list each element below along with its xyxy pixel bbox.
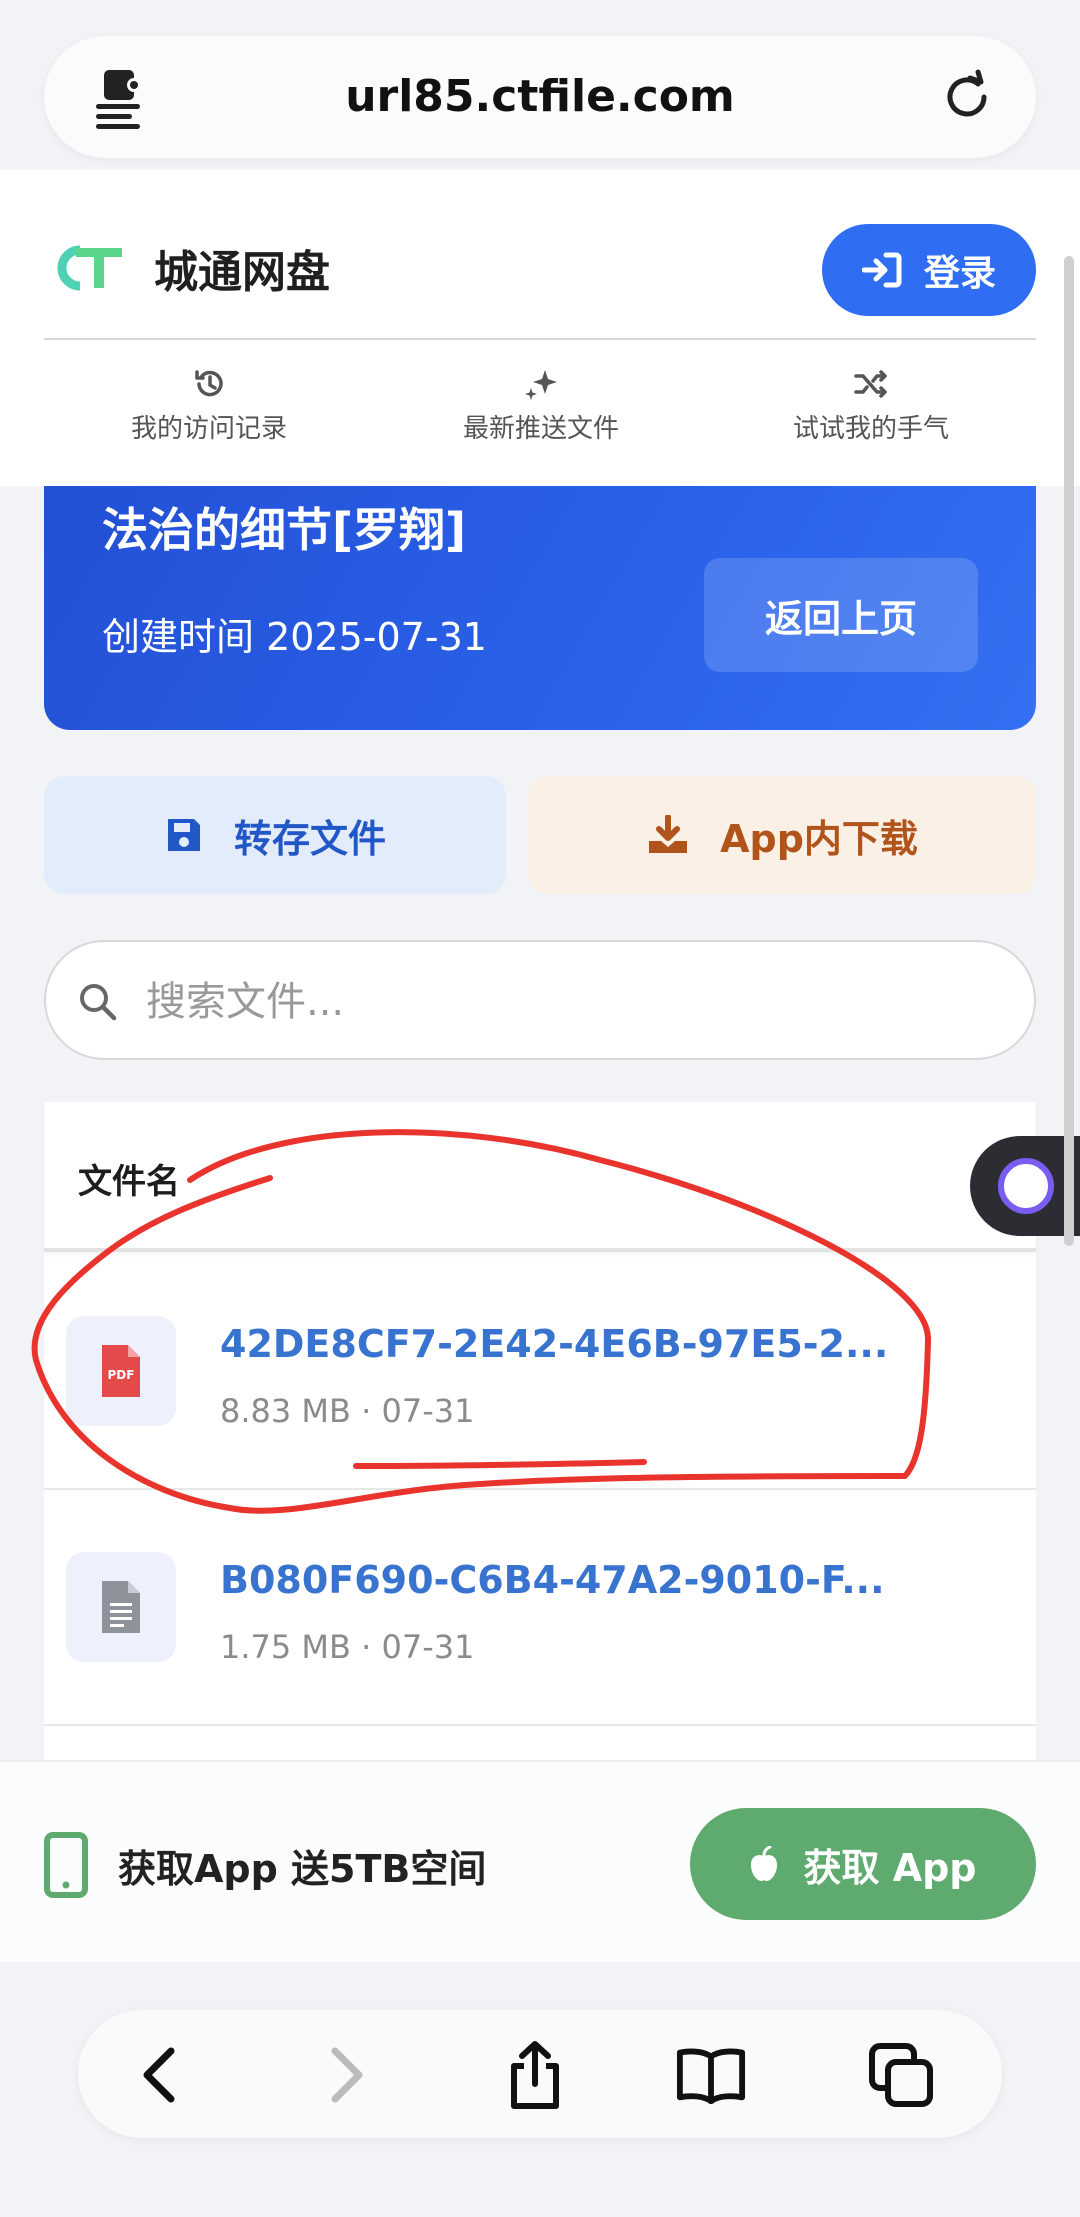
document-file-icon: [102, 1581, 140, 1633]
url-text[interactable]: url85.ctfile.com: [44, 36, 1036, 158]
scrollbar[interactable]: [1064, 256, 1074, 1246]
app-download-button[interactable]: App内下载: [528, 776, 1036, 894]
book-icon: [676, 2048, 746, 2104]
shuffle-icon: [854, 370, 887, 398]
site-name: 城通网盘: [154, 247, 330, 298]
apple-icon: [751, 1846, 778, 1881]
file-icon-container: [66, 1552, 176, 1662]
folder-hero-card: 法治的细节[罗翔] 创建时间 2025-07-31 返回上页: [44, 486, 1036, 730]
floppy-disk-icon: [167, 819, 200, 851]
save-label: 转存文件: [233, 816, 386, 861]
nav-label: 最新推送文件: [462, 414, 619, 444]
file-meta: 1.75 MB · 07-31: [220, 1628, 475, 1666]
nav-item-history[interactable]: 我的访问记录: [44, 366, 374, 445]
site-logo[interactable]: [50, 240, 124, 296]
history-icon: [195, 370, 223, 397]
sparkles-icon: [525, 370, 557, 400]
file-name-link[interactable]: B080F690-C6B4-47A2-9010-F...: [220, 1558, 885, 1602]
download-icon: [649, 815, 688, 853]
share-icon: [511, 2041, 559, 2109]
file-list: 文件名 PDF 42DE8CF7-2E42-4E6B-97E5-2... 8.8…: [44, 1102, 1036, 1762]
bookmarks-button[interactable]: [676, 2040, 746, 2110]
folder-title: 法治的细节[罗翔]: [102, 503, 467, 557]
promo-text: 获取App 送5TB空间: [118, 1847, 487, 1891]
app-promo-bar: 获取App 送5TB空间 获取 App: [0, 1760, 1080, 1962]
header-divider: [44, 338, 1036, 340]
assistant-avatar-icon: [998, 1158, 1054, 1214]
get-app-button[interactable]: 获取 App: [690, 1808, 1036, 1920]
download-label: App内下载: [720, 816, 918, 861]
nav-label: 试试我的手气: [792, 414, 949, 444]
phone-icon: [44, 1832, 88, 1898]
file-name-link[interactable]: 42DE8CF7-2E42-4E6B-97E5-2...: [220, 1322, 888, 1366]
search-input[interactable]: [146, 962, 1006, 1042]
share-button[interactable]: [500, 2040, 570, 2110]
save-to-drive-button[interactable]: 转存文件: [44, 776, 506, 894]
browser-toolbar: [78, 2010, 1002, 2138]
tabs-icon: [869, 2043, 933, 2107]
forward-nav-button[interactable]: [312, 2040, 382, 2110]
tabs-button[interactable]: [866, 2040, 936, 2110]
search-box: [44, 940, 1036, 1060]
file-row[interactable]: PDF 42DE8CF7-2E42-4E6B-97E5-2... 8.83 MB…: [44, 1256, 1036, 1490]
site-header: 城通网盘 登录 我的访问记录 最新推送文件 试试我的手气: [0, 170, 1080, 486]
get-app-label: 获取 App: [803, 1845, 977, 1890]
column-header-filename: 文件名: [78, 1162, 180, 1202]
file-list-header: 文件名: [44, 1102, 1036, 1252]
back-nav-button[interactable]: [124, 2040, 194, 2110]
chevron-right-icon: [331, 2047, 363, 2103]
login-button[interactable]: 登录: [822, 224, 1036, 316]
file-icon-container: PDF: [66, 1316, 176, 1426]
file-meta: 8.83 MB · 07-31: [220, 1392, 475, 1430]
nav-item-lucky[interactable]: 试试我的手气: [706, 366, 1036, 445]
pdf-file-icon: PDF: [102, 1345, 140, 1397]
back-button[interactable]: 返回上页: [704, 558, 978, 672]
search-icon: [80, 984, 117, 1021]
folder-created-date: 创建时间 2025-07-31: [102, 615, 487, 659]
chevron-left-icon: [143, 2047, 175, 2103]
reload-icon[interactable]: [934, 64, 1000, 130]
login-icon: [861, 252, 902, 288]
address-bar[interactable]: url85.ctfile.com: [44, 36, 1036, 158]
svg-text:PDF: PDF: [108, 1368, 135, 1382]
file-row[interactable]: B080F690-C6B4-47A2-9010-F... 1.75 MB · 0…: [44, 1492, 1036, 1726]
nav-item-latest[interactable]: 最新推送文件: [376, 366, 706, 445]
nav-label: 我的访问记录: [130, 414, 287, 444]
login-label: 登录: [923, 253, 996, 294]
